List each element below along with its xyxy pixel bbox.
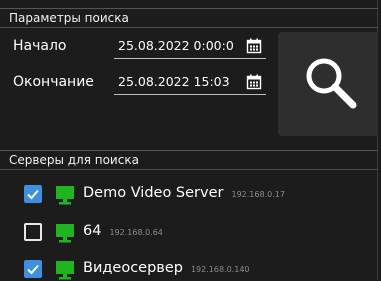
servers-header: Серверы для поиска [0, 150, 378, 170]
start-label: Начало [13, 38, 67, 54]
start-date-field[interactable]: 25.08.2022 0:00:0 [114, 35, 266, 59]
start-date-value[interactable]: 25.08.2022 0:00:0 [118, 38, 234, 53]
check-icon [27, 264, 39, 275]
search-panel: Параметры поиска Начало 25.08.2022 0:00:… [0, 0, 378, 280]
server-name-label: 64 192.168.0.64 [83, 223, 163, 239]
server-row[interactable]: 64 192.168.0.64 [24, 220, 364, 244]
server-name: Demo Video Server [83, 185, 224, 201]
server-row[interactable]: Demo Video Server 192.168.0.17 [24, 182, 364, 206]
server-name: 64 [83, 223, 102, 239]
server-ip: 192.168.0.140 [190, 265, 250, 274]
search-button[interactable] [278, 32, 378, 136]
search-icon [306, 58, 357, 109]
end-label: Окончание [13, 74, 94, 90]
server-ip: 192.168.0.64 [109, 228, 163, 237]
calendar-icon[interactable] [246, 38, 262, 54]
monitor-icon [56, 224, 74, 243]
server-checkbox[interactable] [24, 260, 42, 278]
server-name-label: Видеосервер 192.168.0.140 [83, 260, 250, 276]
calendar-icon[interactable] [246, 74, 262, 90]
monitor-icon [56, 186, 74, 205]
server-name: Видеосервер [83, 260, 183, 276]
server-checkbox[interactable] [24, 223, 42, 241]
server-checkbox[interactable] [24, 185, 42, 203]
server-ip: 192.168.0.17 [231, 190, 285, 199]
servers-title: Серверы для поиска [9, 153, 139, 167]
server-name-label: Demo Video Server 192.168.0.17 [83, 185, 285, 201]
server-row[interactable]: Видеосервер 192.168.0.140 [24, 257, 364, 281]
end-date-field[interactable]: 25.08.2022 15:03 [114, 71, 266, 95]
search-params-title: Параметры поиска [9, 11, 129, 25]
end-date-value[interactable]: 25.08.2022 15:03 [118, 74, 234, 89]
search-params-header: Параметры поиска [0, 8, 378, 28]
monitor-icon [56, 261, 74, 280]
check-icon [27, 189, 39, 200]
